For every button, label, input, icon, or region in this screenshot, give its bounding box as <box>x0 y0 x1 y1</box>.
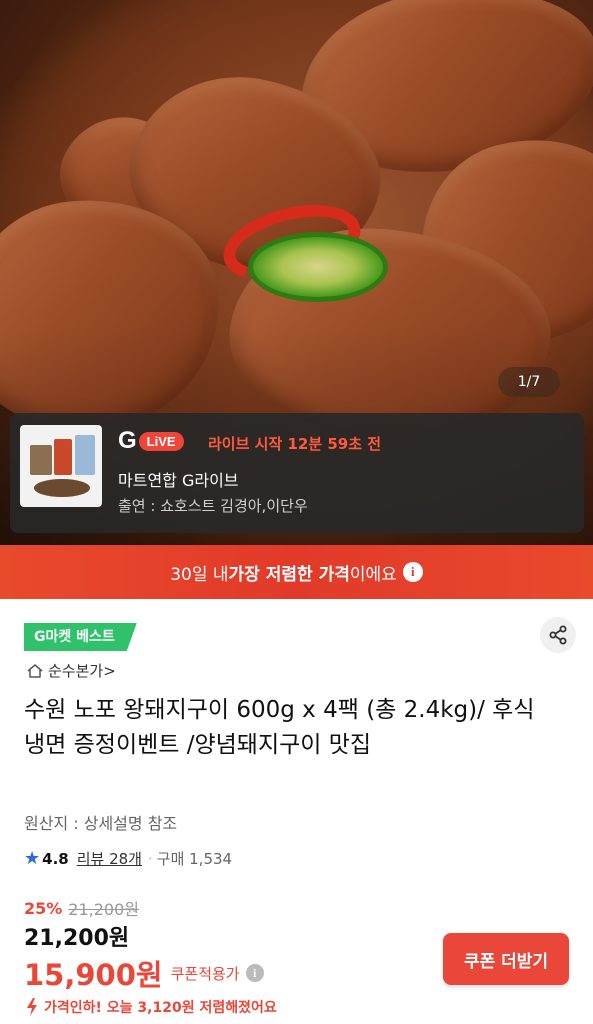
share-icon <box>549 625 567 645</box>
banner-highlight: 가장 저렴한 가격 <box>228 564 350 585</box>
live-start-countdown: 라이브 시작 12분 59초 전 <box>208 435 382 453</box>
glive-logo: G LiVE <box>118 427 184 455</box>
coupon-price-label: 쿠폰적용가 <box>170 964 240 983</box>
info-icon[interactable]: i <box>245 964 264 982</box>
live-thumbnail <box>20 425 102 507</box>
product-title: 수원 노포 왕돼지구이 600g x 4팩 (총 2.4kg)/ 후식냉면 증정… <box>24 697 535 758</box>
lowest-price-banner: 30일 내 가장 저렴한 가격 이에요 i <box>0 545 593 599</box>
info-icon[interactable]: i <box>402 562 423 582</box>
live-card[interactable]: G LiVE 라이브 시작 12분 59초 전 마트연합 G라이브 출연 : 쇼… <box>10 413 584 533</box>
price-drop-text: 가격인하! 오늘 3,120원 저렴해졌어요 <box>44 1000 277 1016</box>
coupon-more-button[interactable]: 쿠폰 더받기 <box>443 933 569 985</box>
discount-percent: 25% <box>24 898 63 918</box>
star-icon: ★ <box>24 848 41 869</box>
separator-dot: · <box>147 849 153 868</box>
banner-suffix: 이에요 <box>349 564 397 585</box>
glive-logo-g: G <box>118 427 137 454</box>
store-name: 순수본가 <box>48 662 104 680</box>
price-drop-notice: 가격인하! 오늘 3,120원 저렴해졌어요 <box>24 997 277 1017</box>
image-counter: 1/7 <box>498 367 560 397</box>
rating-row: ★ 4.8 리뷰 28개 · 구매 1,534 <box>24 848 232 869</box>
price-down-arrow-icon <box>27 998 37 1016</box>
home-icon <box>27 663 43 678</box>
best-badge: G마켓 베스트 <box>24 623 137 651</box>
discount-line: 25% 21,200원 <box>24 896 139 920</box>
glive-logo-live: LiVE <box>138 431 184 451</box>
purchase-count: 구매 1,534 <box>156 850 233 868</box>
share-button[interactable] <box>540 617 576 653</box>
base-price: 21,200원 <box>24 926 130 951</box>
rating-score: 4.8 <box>42 849 69 868</box>
origin-info: 원산지 : 상세설명 참조 <box>24 814 178 833</box>
live-title: 마트연합 G라이브 <box>118 471 239 490</box>
store-link[interactable]: 순수본가 > <box>26 660 116 681</box>
final-price: 15,900원 <box>24 958 163 992</box>
review-link[interactable]: 리뷰 28개 <box>77 848 142 869</box>
chevron-right-icon: > <box>103 661 116 680</box>
live-cast: 출연 : 쇼호스트 김경아,이단우 <box>118 497 308 515</box>
original-price: 21,200원 <box>68 900 140 919</box>
final-price-row: 15,900원 쿠폰적용가 i <box>24 952 264 994</box>
banner-prefix: 30일 내 <box>170 564 229 585</box>
